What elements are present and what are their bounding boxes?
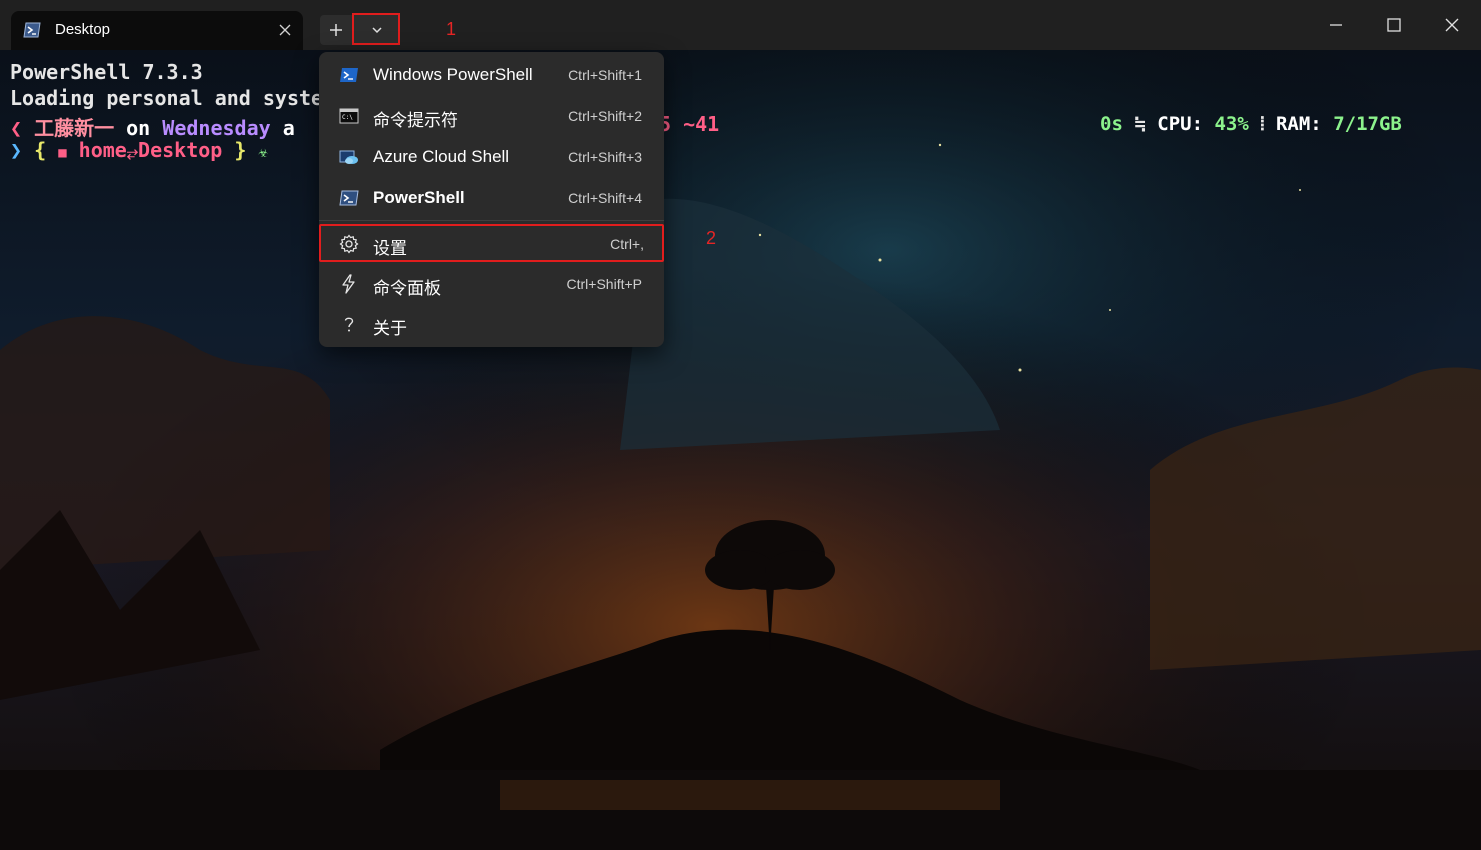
question-icon bbox=[344, 317, 354, 332]
gear-icon bbox=[339, 234, 359, 254]
status-segment: 0s ≒ CPU: 43% ⦙ RAM: 7/17GB bbox=[1100, 113, 1402, 135]
menu-label: Windows PowerShell bbox=[373, 65, 533, 84]
terminal-window: Desktop 1 PowerShell 7.3.3 Loading perso… bbox=[0, 0, 1481, 850]
terminal-pane[interactable]: PowerShell 7.3.3 Loading personal and sy… bbox=[0, 50, 1481, 850]
menu-separator bbox=[319, 220, 664, 221]
prompt-line-2: ❯ { ■ home⥂Desktop } ☣ bbox=[10, 138, 268, 162]
profile-dropdown-menu: Windows PowerShell Ctrl+Shift+1 C:\ 命令提示… bbox=[319, 52, 664, 347]
prompt-day: Wednesday bbox=[162, 116, 271, 140]
menu-shortcut: Ctrl+Shift+3 bbox=[568, 149, 642, 165]
svg-text:C:\: C:\ bbox=[342, 114, 353, 121]
prompt-line-1: ❮ 工藤新一 on Wednesday a bbox=[10, 112, 295, 141]
background-image bbox=[0, 50, 1481, 850]
terminal-line-loading: Loading personal and syste bbox=[10, 86, 324, 110]
prompt-arrow-right: ❯ bbox=[10, 138, 23, 162]
prompt-tail: 5 ~41 bbox=[659, 112, 720, 136]
close-window-button[interactable] bbox=[1440, 13, 1464, 37]
menu-shortcut: Ctrl+Shift+4 bbox=[568, 190, 642, 206]
profile-dropdown-button[interactable] bbox=[352, 13, 400, 45]
status-ram-value: 7/17GB bbox=[1333, 113, 1402, 135]
chevron-down-icon bbox=[372, 27, 382, 34]
annotation-marker-1: 1 bbox=[446, 19, 457, 39]
powershell-icon bbox=[339, 190, 359, 206]
tab-title: Desktop bbox=[55, 21, 111, 38]
menu-label: 关于 bbox=[373, 319, 407, 338]
powershell-icon bbox=[23, 22, 41, 38]
close-icon[interactable] bbox=[277, 22, 293, 38]
menu-item-command-palette[interactable]: 命令面板 Ctrl+Shift+P bbox=[323, 266, 660, 302]
menu-label: Azure Cloud Shell bbox=[373, 147, 510, 166]
prompt-user: 工藤新一 bbox=[34, 116, 115, 140]
menu-item-azure-cloud-shell[interactable]: Azure Cloud Shell Ctrl+Shift+3 bbox=[323, 139, 660, 175]
prompt-at: a bbox=[282, 116, 295, 140]
menu-shortcut: Ctrl+Shift+2 bbox=[568, 108, 642, 124]
minimize-icon bbox=[1330, 24, 1342, 26]
azure-cloud-icon bbox=[339, 150, 358, 164]
prompt-sep: ⥂ bbox=[126, 145, 139, 161]
prompt-dir: Desktop bbox=[138, 138, 223, 162]
cpu-icon: ≒ bbox=[1134, 113, 1146, 135]
tab-desktop[interactable]: Desktop bbox=[11, 11, 303, 50]
menu-label: 命令提示符 bbox=[373, 111, 458, 130]
command-prompt-icon: C:\ bbox=[339, 108, 359, 124]
minimize-button[interactable] bbox=[1324, 13, 1348, 37]
menu-shortcut: Ctrl+Shift+1 bbox=[568, 67, 642, 83]
menu-item-about[interactable]: 关于 bbox=[323, 306, 660, 342]
menu-label: 命令面板 bbox=[373, 279, 441, 298]
menu-shortcut: Ctrl+, bbox=[610, 236, 644, 252]
status-separator: ⦙ bbox=[1260, 113, 1265, 135]
maximize-button[interactable] bbox=[1382, 13, 1406, 37]
title-bar: Desktop 1 bbox=[0, 0, 1481, 50]
prompt-brace-close: } bbox=[234, 138, 247, 162]
prompt-arrow-left: ❮ bbox=[10, 116, 23, 140]
windows-powershell-icon bbox=[340, 68, 358, 82]
annotation-marker-2: 2 bbox=[706, 228, 717, 248]
status-ram-label: RAM: bbox=[1275, 113, 1322, 135]
menu-item-settings[interactable]: 设置 Ctrl+, bbox=[319, 224, 664, 262]
folder-icon: ■ bbox=[58, 145, 67, 161]
biohazard-icon: ☣ bbox=[258, 142, 269, 161]
menu-shortcut: Ctrl+Shift+P bbox=[566, 276, 642, 292]
menu-item-powershell[interactable]: PowerShell Ctrl+Shift+4 bbox=[323, 180, 660, 216]
prompt-brace-open: { bbox=[34, 138, 47, 162]
menu-label: PowerShell bbox=[373, 188, 465, 207]
terminal-line-version: PowerShell 7.3.3 bbox=[10, 60, 203, 84]
status-cpu-value: 43% bbox=[1214, 113, 1249, 135]
status-cpu-label: CPU: bbox=[1157, 113, 1204, 135]
new-tab-button[interactable] bbox=[320, 15, 352, 45]
close-icon bbox=[1445, 18, 1459, 32]
prompt-home: home bbox=[78, 138, 127, 162]
lightning-icon bbox=[342, 274, 355, 294]
maximize-icon bbox=[1387, 18, 1401, 32]
menu-item-command-prompt[interactable]: C:\ 命令提示符 Ctrl+Shift+2 bbox=[323, 98, 660, 134]
prompt-on: on bbox=[126, 116, 151, 140]
status-time: 0s bbox=[1100, 113, 1123, 135]
menu-item-windows-powershell[interactable]: Windows PowerShell Ctrl+Shift+1 bbox=[323, 57, 660, 93]
plus-icon bbox=[330, 24, 342, 36]
menu-label: 设置 bbox=[373, 239, 407, 258]
